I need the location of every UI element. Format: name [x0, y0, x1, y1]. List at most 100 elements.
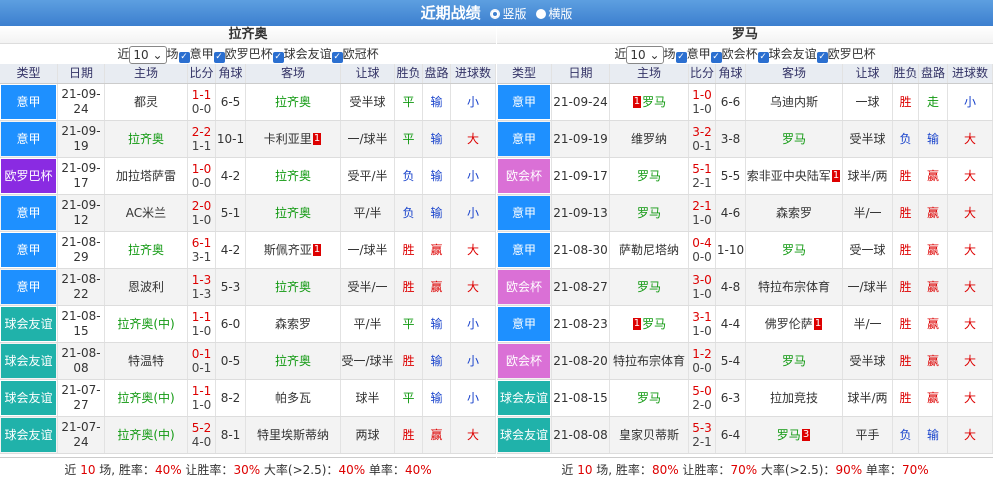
away-team[interactable]: 森索罗	[246, 306, 341, 342]
away-team[interactable]: 森索罗	[746, 195, 843, 231]
away-team[interactable]: 乌迪内斯	[746, 84, 843, 120]
layout-horizontal-radio[interactable]: 横版	[536, 7, 572, 21]
filter-checkbox[interactable]: ✓ 球会友谊	[272, 47, 332, 63]
home-team-name: 拉齐奥	[127, 131, 164, 146]
league-badge[interactable]: 意甲	[498, 122, 550, 156]
home-team[interactable]: 1 罗马	[610, 84, 689, 120]
score[interactable]: 1-3 1-3	[188, 269, 216, 305]
score[interactable]: 1-2 0-0	[689, 343, 716, 379]
score[interactable]: 5-0 2-0	[689, 380, 716, 416]
score[interactable]: 0-4 0-0	[689, 232, 716, 268]
away-team[interactable]: 拉齐奥	[246, 158, 341, 194]
score[interactable]: 2-0 1-0	[188, 195, 216, 231]
home-team[interactable]: 拉齐奥(中)	[105, 306, 188, 342]
layout-vertical-radio[interactable]: 竖版	[490, 7, 527, 21]
away-team[interactable]: 拉齐奥	[246, 195, 341, 231]
home-team[interactable]: 罗马	[610, 380, 689, 416]
score[interactable]: 1-1 1-0	[188, 306, 216, 342]
score[interactable]: 3-1 1-0	[689, 306, 716, 342]
score[interactable]: 3-2 0-1	[689, 121, 716, 157]
away-team[interactable]: 佛罗伦萨 1	[746, 306, 843, 342]
home-team[interactable]: 维罗纳	[610, 121, 689, 157]
away-team[interactable]: 罗马	[746, 121, 843, 157]
corner-count: 4-4	[716, 306, 746, 342]
handicap: 半/一	[843, 195, 893, 231]
league-badge[interactable]: 意甲	[498, 233, 550, 267]
score[interactable]: 1-0 0-0	[188, 158, 216, 194]
home-team[interactable]: 萨勒尼塔纳	[610, 232, 689, 268]
score[interactable]: 1-1 0-0	[188, 84, 216, 120]
home-team[interactable]: 拉齐奥(中)	[105, 417, 188, 453]
home-team[interactable]: 都灵	[105, 84, 188, 120]
score[interactable]: 6-1 3-1	[188, 232, 216, 268]
away-team[interactable]: 特里埃斯蒂纳	[246, 417, 341, 453]
score[interactable]: 3-0 1-0	[689, 269, 716, 305]
home-team[interactable]: 1 罗马	[610, 306, 689, 342]
away-team[interactable]: 特拉布宗体育	[746, 269, 843, 305]
half-time-score: 0-0	[692, 361, 712, 375]
home-team[interactable]: 罗马	[610, 195, 689, 231]
score[interactable]: 5-3 2-1	[689, 417, 716, 453]
away-team[interactable]: 罗马	[746, 232, 843, 268]
league-badge[interactable]: 意甲	[498, 307, 550, 341]
filter-checkbox[interactable]: ✓ 意甲	[178, 47, 214, 63]
away-team[interactable]: 斯佩齐亚 1	[246, 232, 341, 268]
home-team[interactable]: 恩波利	[105, 269, 188, 305]
league-badge[interactable]: 欧会杯	[498, 159, 550, 193]
filter-checkbox[interactable]: ✓ 意甲	[675, 47, 711, 63]
away-team[interactable]: 索非亚中央陆军 1	[746, 158, 843, 194]
league-badge[interactable]: 球会友谊	[498, 418, 550, 452]
league-badge[interactable]: 球会友谊	[1, 381, 56, 415]
league-badge[interactable]: 意甲	[1, 122, 56, 156]
league-badge[interactable]: 欧会杯	[498, 344, 550, 378]
league-badge[interactable]: 欧罗巴杯	[1, 159, 56, 193]
score[interactable]: 2-1 1-0	[689, 195, 716, 231]
score[interactable]: 2-2 1-1	[188, 121, 216, 157]
league-badge[interactable]: 球会友谊	[1, 418, 56, 452]
home-team[interactable]: 特温特	[105, 343, 188, 379]
league-badge[interactable]: 欧会杯	[498, 270, 550, 304]
away-team[interactable]: 帕多瓦	[246, 380, 341, 416]
score[interactable]: 1-0 1-0	[689, 84, 716, 120]
league-badge[interactable]: 球会友谊	[1, 307, 56, 341]
league-badge[interactable]: 意甲	[1, 233, 56, 267]
home-team[interactable]: 皇家贝蒂斯	[610, 417, 689, 453]
league-badge[interactable]: 意甲	[498, 85, 550, 119]
near-label: 近	[614, 47, 627, 61]
filter-checkbox[interactable]: ✓ 欧冠杯	[331, 47, 379, 63]
away-team[interactable]: 拉齐奥	[246, 269, 341, 305]
score[interactable]: 5-1 2-1	[689, 158, 716, 194]
league-badge[interactable]: 意甲	[1, 85, 56, 119]
league-badge[interactable]: 意甲	[1, 270, 56, 304]
full-time-score: 1-3	[191, 273, 212, 287]
filter-checkbox[interactable]: ✓ 球会友谊	[757, 47, 817, 63]
score[interactable]: 5-2 4-0	[188, 417, 216, 453]
home-team[interactable]: 拉齐奥(中)	[105, 380, 188, 416]
filter-checkbox[interactable]: ✓ 欧罗巴杯	[816, 47, 876, 63]
home-team[interactable]: 加拉塔萨雷	[105, 158, 188, 194]
away-team[interactable]: 卡利亚里 1	[246, 121, 341, 157]
home-team[interactable]: 罗马	[610, 269, 689, 305]
home-team[interactable]: 罗马	[610, 158, 689, 194]
filter-checkbox[interactable]: ✓ 欧会杯	[710, 47, 758, 63]
league-badge[interactable]: 球会友谊	[498, 381, 550, 415]
home-team[interactable]: 拉齐奥	[105, 232, 188, 268]
score[interactable]: 0-1 0-1	[188, 343, 216, 379]
league-badge[interactable]: 意甲	[498, 196, 550, 230]
column-header: 角球	[716, 64, 746, 83]
score[interactable]: 1-1 1-0	[188, 380, 216, 416]
league-badge[interactable]: 球会友谊	[1, 344, 56, 378]
match-count-select[interactable]: 10 ⌄	[626, 45, 664, 64]
home-team[interactable]: 特拉布宗体育	[610, 343, 689, 379]
home-team[interactable]: AC米兰	[105, 195, 188, 231]
away-team[interactable]: 拉加竞技	[746, 380, 843, 416]
league-badge[interactable]: 意甲	[1, 196, 56, 230]
away-team[interactable]: 拉齐奥	[246, 84, 341, 120]
away-team[interactable]: 拉齐奥	[246, 343, 341, 379]
away-team[interactable]: 罗马	[746, 343, 843, 379]
away-team[interactable]: 罗马 3	[746, 417, 843, 453]
home-team[interactable]: 拉齐奥	[105, 121, 188, 157]
home-team-name: 加拉塔萨雷	[115, 168, 176, 183]
filter-checkbox[interactable]: ✓ 欧罗巴杯	[213, 47, 273, 63]
match-count-select[interactable]: 10 ⌄	[129, 45, 167, 64]
